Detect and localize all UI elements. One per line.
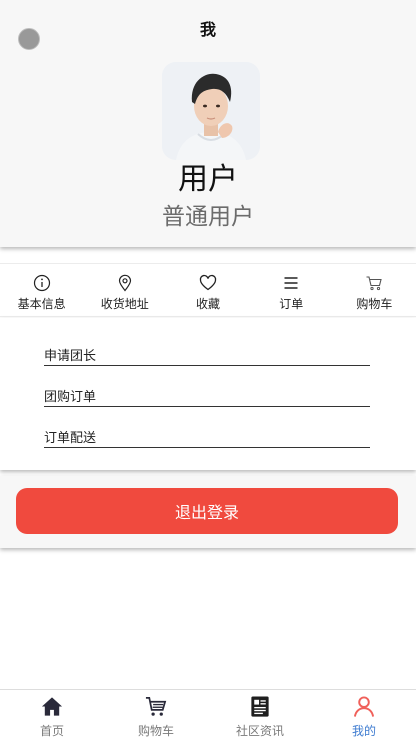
logout-button[interactable]: 退出登录 [16,488,398,534]
menu-item-favorites[interactable]: 收藏 [166,264,249,316]
user-type: 普通用户 [162,204,254,230]
status-dot[interactable] [18,28,40,50]
link-group-orders[interactable]: 团购订单 [44,367,370,407]
menu-item-label: 订单 [279,297,304,311]
news-icon [251,696,269,717]
location-icon [118,274,131,292]
username: 用户 [178,162,238,197]
page-title: 我 [199,20,216,39]
tab-label: 首页 [39,724,64,738]
tab-community-news[interactable]: 社区资讯 [208,690,312,739]
info-icon [33,274,50,292]
tab-mine[interactable]: 我的 [312,690,416,739]
cart-icon [366,276,383,291]
user-icon [353,696,375,717]
quick-menu: 基本信息 收货地址 收藏 订单 购物车 [0,263,416,317]
menu-item-label: 收藏 [196,297,221,311]
avatar-image [162,62,260,160]
tab-home[interactable]: 首页 [0,690,104,739]
bottom-tabbar: 首页 购物车 社区资讯 我的 [0,689,416,739]
heart-icon [199,274,217,291]
tab-label: 购物车 [137,724,174,738]
tab-label: 我的 [351,724,376,738]
tab-cart[interactable]: 购物车 [104,690,208,739]
menu-item-basic-info[interactable]: 基本信息 [0,264,83,316]
list-icon [284,277,298,289]
tab-label: 社区资讯 [235,724,284,738]
profile-header: 我 用户 普通用户 [0,0,416,247]
avatar[interactable] [162,62,260,160]
menu-item-label: 购物车 [356,297,393,311]
logout-section: 退出登录 [0,476,416,548]
menu-item-label: 基本信息 [17,297,66,311]
menu-item-label: 收货地址 [100,297,149,311]
home-icon [41,697,63,716]
link-order-delivery[interactable]: 订单配送 [44,408,370,448]
link-apply-leader[interactable]: 申请团长 [44,326,370,366]
cart-icon [145,697,167,716]
feature-links: 申请团长 团购订单 订单配送 [0,318,416,470]
menu-item-cart[interactable]: 购物车 [333,264,416,316]
menu-item-orders[interactable]: 订单 [250,264,333,316]
menu-item-address[interactable]: 收货地址 [83,264,166,316]
